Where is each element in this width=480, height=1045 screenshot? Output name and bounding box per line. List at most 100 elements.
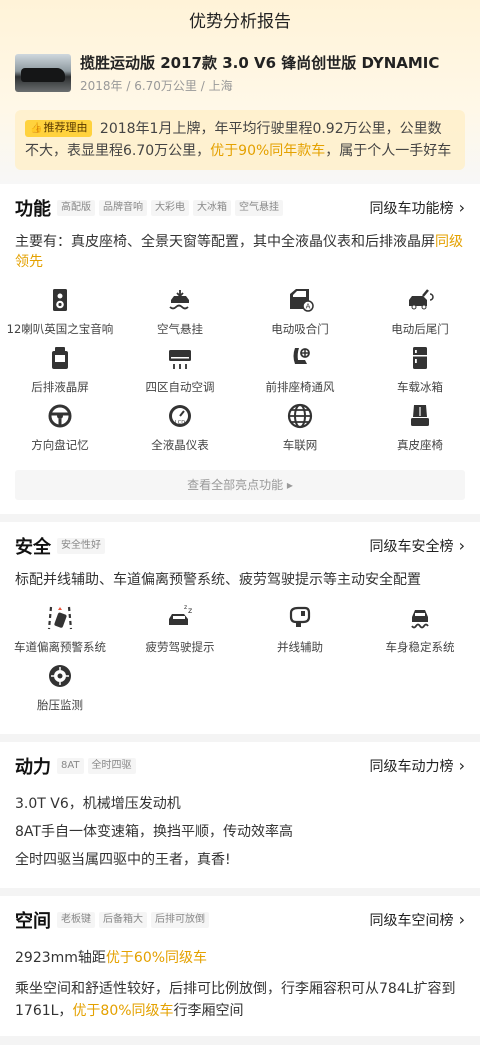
speaker-icon [46, 286, 74, 314]
feature-item[interactable]: 方向盘记忆 [0, 402, 120, 460]
space-wheelbase-highlight: 优于60%同级车 [105, 950, 208, 966]
fridge-icon [406, 344, 434, 372]
features-grid: 12喇叭英国之宝音响 空气悬挂 A 电动吸合门 电动后尾门后排液晶屏 四区自动空调 前排座椅… [0, 286, 480, 460]
space-badge: 后备箱大 [99, 912, 147, 928]
air-suspension-icon [166, 286, 194, 314]
view-all-features-button[interactable]: 查看全部亮点功能 [15, 470, 465, 500]
feature-item[interactable]: 真皮座椅 [360, 402, 480, 460]
power-line: 3.0T V6，机械增压发动机 [15, 796, 181, 812]
features-badge: 品牌音响 [99, 200, 147, 216]
features-desc: 主要有：真皮座椅、全景天窗等配置，其中全液晶仪表和后排液晶屏同级领先 [15, 232, 465, 272]
features-badge: 空气悬挂 [235, 200, 283, 216]
features-title: 功能 [15, 199, 51, 220]
feature-item[interactable]: LCD 全液晶仪表 [120, 402, 240, 460]
air-conditioner-icon [166, 344, 194, 372]
space-desc-highlight: 优于80%同级车 [72, 1003, 174, 1019]
fatigue-alert-icon: zz [166, 604, 194, 632]
feature-label: 四区自动空调 [145, 380, 215, 394]
space-badge: 老板键 [57, 912, 95, 928]
feature-item[interactable]: 四区自动空调 [120, 344, 240, 402]
features-badge: 大彩电 [151, 200, 189, 216]
space-rank-link[interactable]: 同级车空间榜 [370, 910, 465, 930]
feature-label: 车道偏离预警系统 [14, 640, 106, 654]
space-section: 空间 老板键 后备箱大 后排可放倒 同级车空间榜 2923mm轴距优于60%同级… [0, 896, 480, 1036]
seat-ventilation-icon [286, 344, 314, 372]
safety-section: 安全 安全性好 同级车安全榜 标配并线辅助、车道偏离预警系统、疲劳驾驶提示等主动… [0, 522, 480, 734]
page-title: 优势分析报告 [189, 12, 291, 32]
features-badge: 大冰箱 [193, 200, 231, 216]
feature-label: 疲劳驾驶提示 [145, 640, 215, 654]
header-area: 优势分析报告 揽胜运动版 2017款 3.0 V6 锋尚创世版 DYNAMIC … [0, 0, 480, 184]
car-thumbnail [15, 54, 71, 92]
globe-icon [286, 402, 314, 430]
safety-rank-link[interactable]: 同级车安全榜 [370, 536, 465, 556]
feature-item[interactable]: 前排座椅通风 [240, 344, 360, 402]
power-title: 动力 [15, 757, 51, 778]
svg-text:z: z [188, 606, 192, 615]
steering-wheel-icon [46, 402, 74, 430]
space-wheelbase: 2923mm轴距 [15, 950, 106, 966]
space-line-2: 乘坐空间和舒适性较好，后排可比例放倒，行李厢容积可从784L扩容到1761L，优… [15, 978, 465, 1022]
feature-item[interactable]: 电动后尾门 [360, 286, 480, 344]
feature-label: 车联网 [282, 438, 318, 452]
feature-label: 空气悬挂 [157, 322, 203, 336]
feature-item[interactable]: 12喇叭英国之宝音响 [0, 286, 120, 344]
features-badge: 高配版 [57, 200, 95, 216]
features-desc-text: 主要有：真皮座椅、全景天窗等配置，其中全液晶仪表和后排液晶屏 [15, 234, 435, 250]
tailgate-icon [406, 286, 434, 314]
feature-label: 前排座椅通风 [265, 380, 335, 394]
car-name: 揽胜运动版 2017款 3.0 V6 锋尚创世版 DYNAMIC [80, 54, 440, 72]
safety-badge: 安全性好 [57, 538, 105, 554]
stability-icon [406, 604, 434, 632]
feature-label: 车载冰箱 [397, 380, 443, 394]
recommend-tag: 推荐理由 [25, 120, 93, 137]
feature-item[interactable]: 车道偏离预警系统 [0, 604, 120, 662]
feature-item[interactable]: 并线辅助 [240, 604, 360, 662]
feature-label: 胎压监测 [37, 698, 83, 712]
power-line: 8AT手自一体变速箱，换挡平顺，传动效率高 [15, 824, 293, 840]
feature-item[interactable]: 车联网 [240, 402, 360, 460]
reason-text-b: ，属于个人一手好车 [325, 143, 452, 159]
leather-seat-icon [406, 402, 434, 430]
tire-icon [46, 662, 74, 690]
feature-label: 电动后尾门 [391, 322, 449, 336]
feature-label: 电动吸合门 [271, 322, 329, 336]
feature-label: 方向盘记忆 [31, 438, 89, 452]
feature-item[interactable]: 后排液晶屏 [0, 344, 120, 402]
feature-item[interactable]: 车载冰箱 [360, 344, 480, 402]
power-badge: 8AT [57, 758, 84, 774]
feature-item[interactable]: 车身稳定系统 [360, 604, 480, 662]
feature-label: 12喇叭英国之宝音响 [6, 322, 114, 336]
reason-highlight: 优于90%同年款车 [210, 143, 326, 159]
feature-label: 真皮座椅 [397, 438, 443, 452]
svg-text:A: A [306, 303, 311, 311]
svg-text:LCD: LCD [175, 420, 185, 426]
car-meta: 2018年 / 6.70万公里 / 上海 [80, 79, 233, 93]
space-title: 空间 [15, 911, 51, 932]
mirror-icon [286, 604, 314, 632]
power-section: 动力 8AT 全时四驱 同级车动力榜 3.0T V6，机械增压发动机 8AT手自… [0, 742, 480, 888]
space-line-1: 2923mm轴距优于60%同级车 [15, 944, 465, 972]
svg-text:z: z [184, 604, 187, 611]
rear-screen-icon [46, 344, 74, 372]
feature-item[interactable]: 胎压监测 [0, 662, 120, 720]
power-line: 全时四驱当属四驱中的王者，真香! [15, 852, 231, 868]
features-rank-link[interactable]: 同级车功能榜 [370, 198, 465, 218]
car-summary[interactable]: 揽胜运动版 2017款 3.0 V6 锋尚创世版 DYNAMIC 2018年 /… [15, 50, 465, 96]
feature-item[interactable]: A 电动吸合门 [240, 286, 360, 344]
safety-desc: 标配并线辅助、车道偏离预警系统、疲劳驾驶提示等主动安全配置 [15, 572, 421, 588]
safety-grid: 车道偏离预警系统 z z 疲劳驾驶提示 并线辅助 车身稳定系统胎压监测 [0, 604, 480, 720]
power-rank-link[interactable]: 同级车动力榜 [370, 756, 465, 776]
power-badge: 全时四驱 [87, 758, 136, 774]
lane-departure-icon [46, 604, 74, 632]
car-door-icon: A [286, 286, 314, 314]
space-desc-tail: 行李厢空间 [173, 1003, 244, 1019]
feature-label: 后排液晶屏 [31, 380, 89, 394]
feature-item[interactable]: z z 疲劳驾驶提示 [120, 604, 240, 662]
features-section: 功能 高配版 品牌音响 大彩电 大冰箱 空气悬挂 同级车功能榜 主要有：真皮座椅… [0, 184, 480, 514]
feature-label: 车身稳定系统 [385, 640, 455, 654]
feature-item[interactable]: 空气悬挂 [120, 286, 240, 344]
feature-label: 全液晶仪表 [151, 438, 209, 452]
recommend-reason: 推荐理由 2018年1月上牌，年平均行驶里程0.92万公里，公里数不大，表显里程… [15, 110, 465, 170]
feature-label: 并线辅助 [277, 640, 323, 654]
